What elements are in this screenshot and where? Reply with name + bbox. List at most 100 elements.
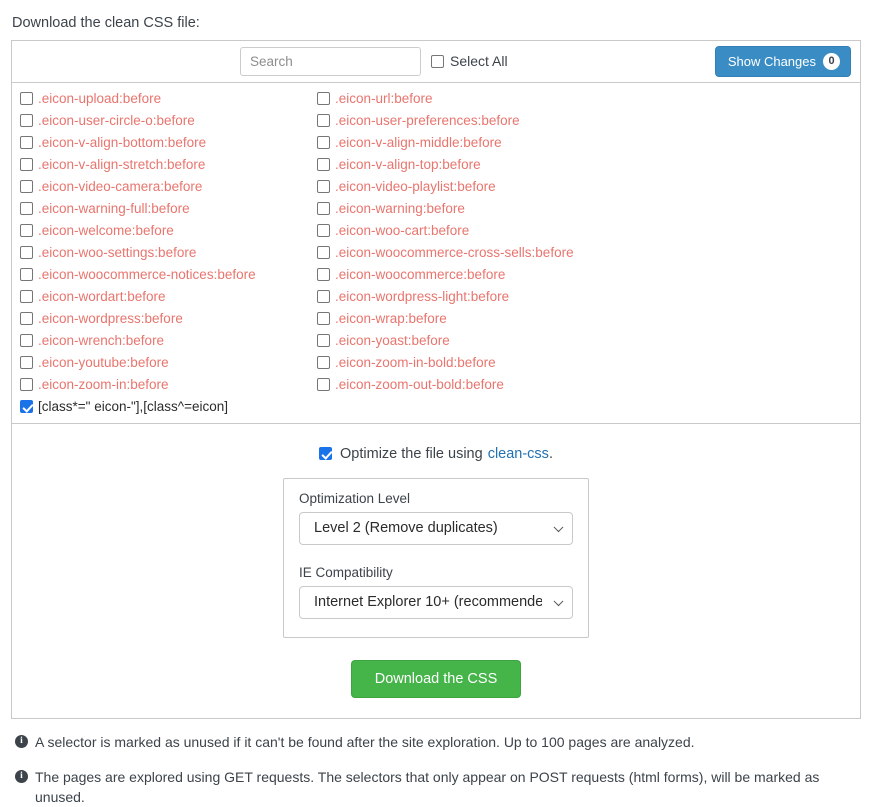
- selector-label: .eicon-v-align-middle:before: [335, 135, 502, 151]
- optimization-level-select[interactable]: Level 2 (Remove duplicates): [299, 511, 573, 545]
- clean-css-link[interactable]: clean-css: [488, 446, 549, 462]
- selector-label: .eicon-upload:before: [38, 91, 162, 107]
- selector-checkbox[interactable]: [317, 114, 330, 128]
- select-all-control[interactable]: Select All: [431, 53, 508, 69]
- selector-checkbox[interactable]: [20, 378, 33, 392]
- selector-checkbox[interactable]: [317, 378, 330, 392]
- optimization-level-label: Optimization Level: [299, 490, 411, 506]
- selector-checkbox[interactable]: [20, 224, 33, 238]
- selector-item[interactable]: .eicon-v-align-bottom:before: [12, 132, 309, 154]
- selector-item[interactable]: .eicon-zoom-in-bold:before: [309, 352, 860, 374]
- selector-item[interactable]: .eicon-url:before: [309, 88, 860, 110]
- info-icon: i: [15, 735, 28, 749]
- selector-checkbox[interactable]: [20, 246, 33, 260]
- selector-label: .eicon-wrench:before: [38, 333, 165, 349]
- selector-item-attribute[interactable]: [class*=" eicon-"],[class^=eicon]: [12, 396, 860, 418]
- show-changes-button[interactable]: Show Changes 0: [714, 45, 851, 77]
- selector-checkbox[interactable]: [20, 290, 33, 304]
- selector-checkbox[interactable]: [317, 202, 330, 216]
- selector-item[interactable]: .eicon-video-camera:before: [12, 176, 309, 198]
- selector-checkbox[interactable]: [317, 224, 330, 238]
- selector-item[interactable]: .eicon-v-align-middle:before: [309, 132, 860, 154]
- selector-label: .eicon-v-align-top:before: [335, 157, 481, 173]
- selector-checkbox[interactable]: [317, 158, 330, 172]
- selector-item[interactable]: .eicon-woocommerce-cross-sells:before: [309, 242, 860, 264]
- selector-item[interactable]: .eicon-woocommerce:before: [309, 264, 860, 286]
- page-root: Download the clean CSS file: Select All …: [0, 0, 872, 807]
- notes-section: i A selector is marked as unused if it ca…: [11, 719, 861, 807]
- selector-checkbox[interactable]: [317, 92, 330, 106]
- selector-item[interactable]: .eicon-wordpress-light:before: [309, 286, 860, 308]
- optimize-text-before: Optimize the file using: [340, 445, 483, 462]
- selector-label: .eicon-wrap:before: [335, 311, 447, 327]
- optimize-text-after: .: [548, 445, 553, 462]
- selector-label: .eicon-woocommerce-notices:before: [38, 267, 256, 283]
- selector-checkbox[interactable]: [20, 136, 33, 150]
- selector-grid: .eicon-upload:before .eicon-url:before .ei…: [12, 88, 860, 396]
- note-text: A selector is marked as unused if it can…: [35, 734, 695, 751]
- selector-checkbox[interactable]: [317, 136, 330, 150]
- selector-item[interactable]: .eicon-zoom-out-bold:before: [309, 374, 860, 396]
- selector-checkbox[interactable]: [20, 92, 33, 106]
- selector-label: .eicon-woo-settings:before: [38, 245, 197, 261]
- ie-compatibility-select[interactable]: Internet Explorer 10+ (recommended): [299, 585, 573, 619]
- show-changes-count-badge: 0: [823, 52, 840, 70]
- selector-item[interactable]: .eicon-user-preferences:before: [309, 110, 860, 132]
- selector-item[interactable]: .eicon-v-align-top:before: [309, 154, 860, 176]
- note-row: i The pages are explored using GET reques…: [15, 767, 859, 807]
- select-all-checkbox[interactable]: [431, 54, 444, 68]
- selector-checkbox[interactable]: [20, 114, 33, 128]
- download-css-button[interactable]: Download the CSS: [350, 659, 522, 699]
- selector-item[interactable]: .eicon-wordart:before: [12, 286, 309, 308]
- selector-item[interactable]: .eicon-wordpress:before: [12, 308, 309, 330]
- selector-checkbox[interactable]: [317, 334, 330, 348]
- selector-item[interactable]: .eicon-warning-full:before: [12, 198, 309, 220]
- selector-label: .eicon-wordpress:before: [38, 311, 183, 327]
- clean-css-link-wrap: clean-css.: [488, 446, 553, 462]
- selector-item[interactable]: .eicon-yoast:before: [309, 330, 860, 352]
- selector-label: .eicon-zoom-in-bold:before: [335, 355, 496, 371]
- selector-checkbox[interactable]: [317, 356, 330, 370]
- selector-checkbox[interactable]: [317, 312, 330, 326]
- selector-label: .eicon-warning:before: [335, 201, 465, 217]
- clean-css-panel: Select All Show Changes 0 .eicon-upload:…: [11, 39, 861, 720]
- selector-item[interactable]: .eicon-user-circle-o:before: [12, 110, 309, 132]
- selector-item[interactable]: .eicon-woo-cart:before: [309, 220, 860, 242]
- optimize-checkbox[interactable]: [319, 447, 333, 461]
- selector-label: .eicon-youtube:before: [38, 355, 169, 371]
- selector-item[interactable]: .eicon-video-playlist:before: [309, 176, 860, 198]
- selector-checkbox[interactable]: [20, 158, 33, 172]
- selector-label: .eicon-video-playlist:before: [335, 179, 496, 195]
- selector-checkbox[interactable]: [317, 268, 330, 282]
- selector-toolbar: Select All Show Changes 0: [12, 41, 860, 83]
- selector-item[interactable]: .eicon-youtube:before: [12, 352, 309, 374]
- selector-item[interactable]: .eicon-woocommerce-notices:before: [12, 264, 309, 286]
- selector-item[interactable]: .eicon-warning:before: [309, 198, 860, 220]
- selector-item[interactable]: .eicon-wrench:before: [12, 330, 309, 352]
- selector-item[interactable]: .eicon-zoom-in:before: [12, 374, 309, 396]
- selector-checkbox[interactable]: [20, 356, 33, 370]
- selector-item[interactable]: .eicon-welcome:before: [12, 220, 309, 242]
- search-input[interactable]: [240, 46, 421, 76]
- selector-item[interactable]: .eicon-woo-settings:before: [12, 242, 309, 264]
- selector-item[interactable]: .eicon-upload:before: [12, 88, 309, 110]
- show-changes-label: Show Changes: [727, 53, 816, 69]
- selector-label: .eicon-zoom-in:before: [38, 377, 169, 393]
- selector-checkbox[interactable]: [20, 202, 33, 216]
- ie-compatibility-label: IE Compatibility: [299, 564, 393, 580]
- selector-checkbox[interactable]: [20, 180, 33, 194]
- selector-checkbox[interactable]: [20, 400, 33, 414]
- selector-checkbox[interactable]: [317, 180, 330, 194]
- selector-checkbox[interactable]: [317, 246, 330, 260]
- selector-label: .eicon-zoom-out-bold:before: [335, 377, 504, 393]
- selector-checkbox[interactable]: [20, 268, 33, 282]
- selector-checkbox[interactable]: [317, 290, 330, 304]
- optimize-section: Optimize the file using clean-css. Optim…: [12, 424, 860, 719]
- optimization-level-field: Level 2 (Remove duplicates): [299, 511, 573, 545]
- selector-checkbox[interactable]: [20, 312, 33, 326]
- selector-item[interactable]: .eicon-v-align-stretch:before: [12, 154, 309, 176]
- selector-item[interactable]: .eicon-wrap:before: [309, 308, 860, 330]
- selector-checkbox[interactable]: [20, 334, 33, 348]
- note-text: The pages are explored using GET request…: [35, 768, 820, 805]
- page-title: Download the clean CSS file:: [12, 15, 200, 31]
